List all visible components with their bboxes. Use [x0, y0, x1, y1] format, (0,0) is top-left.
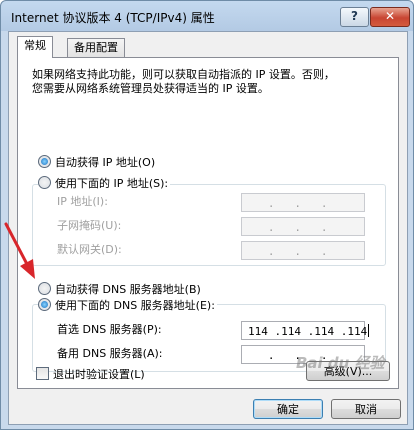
default-gateway-label: 默认网关(D):: [57, 243, 122, 256]
radio-unchecked-icon: [38, 176, 51, 189]
watermark-text: Bai du 经验: [296, 354, 385, 372]
general-panel: 如果网络支持此功能，则可以获取自动指派的 IP 设置。否则， 您需要从网络系统管…: [17, 57, 399, 389]
window-title: Internet 协议版本 4 (TCP/IPv4) 属性: [11, 11, 215, 25]
tab-general[interactable]: 常规: [17, 36, 53, 58]
validate-settings-checkbox[interactable]: 退出时验证设置(L): [36, 367, 145, 383]
dns-manual-radio[interactable]: 使用下面的 DNS 服务器地址(E):: [38, 298, 217, 314]
dns-auto-label: 自动获得 DNS 服务器地址(B): [55, 283, 201, 296]
cancel-button[interactable]: 取消: [331, 399, 401, 419]
radio-checked-icon: [38, 155, 51, 168]
default-gateway-input[interactable]: . . .: [241, 241, 365, 260]
radio-checked-icon: [38, 298, 51, 311]
subnet-mask-label: 子网掩码(U):: [57, 219, 122, 232]
dns-manual-label: 使用下面的 DNS 服务器地址(E):: [55, 299, 215, 312]
radio-unchecked-icon: [38, 282, 51, 295]
tab-alternate-configuration[interactable]: 备用配置: [67, 38, 125, 57]
ip-manual-radio[interactable]: 使用下面的 IP 地址(S):: [38, 176, 171, 192]
checkbox-icon: [36, 367, 49, 380]
title-bar[interactable]: Internet 协议版本 4 (TCP/IPv4) 属性 ? ✕: [1, 1, 413, 31]
help-button[interactable]: ?: [340, 7, 369, 27]
dns-auto-radio[interactable]: 自动获得 DNS 服务器地址(B): [38, 282, 203, 298]
ip-address-label: IP 地址(I):: [57, 195, 108, 208]
preferred-dns-label: 首选 DNS 服务器(P):: [57, 323, 162, 336]
alternate-dns-label: 备用 DNS 服务器(A):: [57, 347, 163, 360]
ip-auto-label: 自动获得 IP 地址(O): [55, 156, 156, 169]
description-text: 如果网络支持此功能，则可以获取自动指派的 IP 设置。否则， 您需要从网络系统管…: [32, 68, 392, 96]
ip-group-box: IP 地址(I): . . . 子网掩码(U): . . . 默认网关(D): …: [32, 184, 386, 266]
subnet-mask-input[interactable]: . . .: [241, 217, 365, 236]
ok-button[interactable]: 确定: [253, 399, 323, 419]
preferred-dns-input[interactable]: 114 .114 .114 .114: [241, 321, 370, 340]
description-line-2: 您需要从网络系统管理员处获得适当的 IP 设置。: [32, 82, 269, 95]
close-button[interactable]: ✕: [370, 7, 410, 27]
ip-address-input[interactable]: . . .: [241, 193, 365, 212]
validate-settings-label: 退出时验证设置(L): [53, 368, 145, 381]
preferred-dns-value: 114 .114 .114 .114: [248, 325, 368, 338]
ip-auto-radio[interactable]: 自动获得 IP 地址(O): [38, 155, 158, 171]
text-caret: [368, 324, 370, 337]
description-line-1: 如果网络支持此功能，则可以获取自动指派的 IP 设置。否则，: [32, 68, 335, 81]
ip-manual-label: 使用下面的 IP 地址(S):: [55, 177, 169, 190]
